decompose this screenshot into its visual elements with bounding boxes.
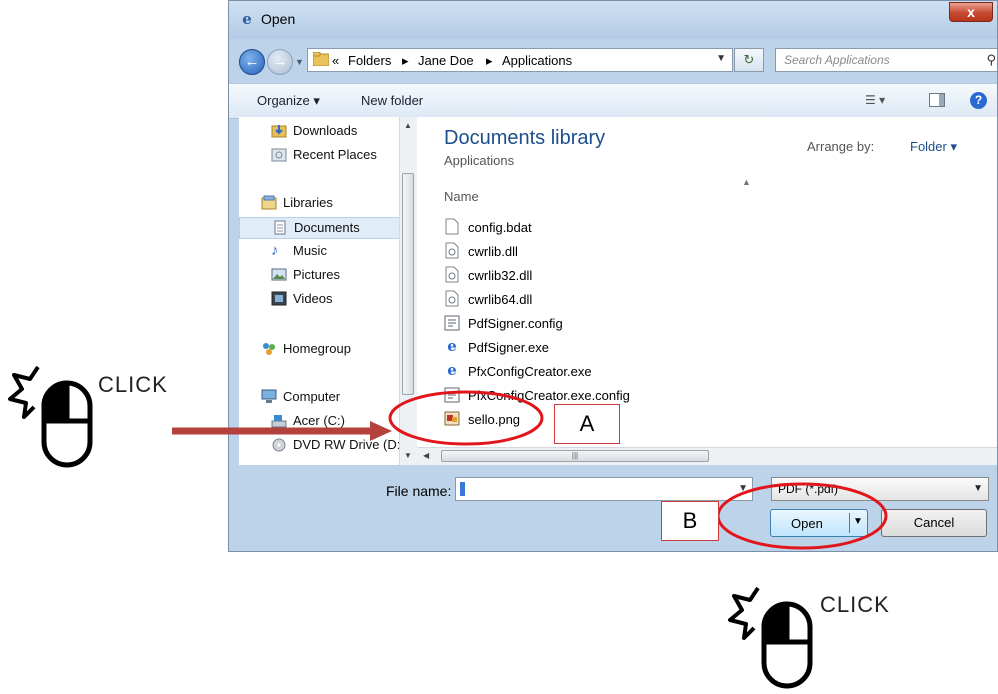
dll-file-icon bbox=[445, 266, 459, 283]
history-dropdown-icon[interactable]: ▼ bbox=[295, 57, 304, 67]
mouse-click-icon bbox=[8, 365, 93, 468]
config-file-icon bbox=[444, 387, 460, 403]
videos-icon bbox=[271, 291, 287, 306]
preview-pane-icon[interactable] bbox=[929, 93, 945, 107]
nav-item-videos[interactable]: Videos bbox=[271, 289, 407, 311]
file-name-label: File name: bbox=[386, 483, 452, 499]
scroll-thumb[interactable] bbox=[402, 173, 414, 395]
nav-item-music[interactable]: ♪ Music bbox=[271, 241, 407, 263]
column-header-name[interactable]: Name bbox=[444, 189, 479, 204]
change-view-icon[interactable]: ☰ ▾ bbox=[865, 93, 885, 107]
crumb-applications[interactable]: Applications bbox=[502, 53, 572, 68]
ie-exe-icon: e bbox=[447, 337, 457, 355]
dll-file-icon bbox=[445, 242, 459, 259]
new-folder-button[interactable]: New folder bbox=[361, 93, 423, 108]
nav-item-dvd-drive[interactable]: DVD RW Drive (D: bbox=[271, 435, 407, 457]
arrow-right-icon: → bbox=[272, 53, 288, 70]
internet-explorer-icon: e bbox=[242, 10, 252, 28]
open-button-label: Open bbox=[791, 516, 823, 531]
nav-item-computer[interactable]: Computer bbox=[261, 387, 407, 409]
downloads-folder-icon bbox=[271, 125, 287, 138]
nav-item-documents[interactable]: Documents bbox=[239, 217, 409, 239]
refresh-icon: ↻ bbox=[743, 52, 755, 67]
nav-item-libraries[interactable]: Libraries bbox=[261, 193, 407, 215]
nav-item-downloads[interactable]: Downloads bbox=[271, 121, 407, 143]
library-title: Documents library bbox=[444, 127, 606, 149]
callout-a: A bbox=[554, 404, 620, 444]
title-bar: e Open x bbox=[229, 1, 997, 39]
command-bar: Organize ▾ New folder ☰ ▾ ? bbox=[229, 83, 997, 119]
search-placeholder: Search Applications bbox=[784, 53, 890, 67]
crumb-separator[interactable]: ▸ bbox=[402, 53, 409, 69]
music-icon: ♪ bbox=[271, 242, 279, 259]
file-type-select[interactable]: PDF (*.pdf) ▼ bbox=[771, 477, 989, 501]
crumb-jane-doe[interactable]: Jane Doe bbox=[418, 53, 474, 68]
homegroup-icon bbox=[263, 343, 275, 355]
sort-ascending-icon: ▲ bbox=[742, 177, 751, 187]
config-file-icon bbox=[444, 315, 460, 331]
cancel-button[interactable]: Cancel bbox=[881, 509, 987, 537]
recent-places-icon bbox=[271, 148, 287, 162]
arrow-left-icon: ← bbox=[244, 53, 260, 70]
callout-b: B bbox=[661, 501, 719, 541]
open-file-dialog: e Open x ← → ▼ « Folders ▸ Jane Doe ▸ Ap… bbox=[228, 0, 998, 552]
file-name-dropdown-icon[interactable]: ▼ bbox=[738, 483, 748, 494]
computer-icon bbox=[261, 389, 277, 403]
pictures-icon bbox=[271, 268, 287, 281]
back-button[interactable]: ← bbox=[239, 49, 265, 75]
close-button[interactable]: x bbox=[949, 2, 993, 22]
click-label: CLICK bbox=[98, 372, 168, 397]
nav-item-recent-places[interactable]: Recent Places bbox=[271, 145, 407, 167]
scroll-up-icon[interactable]: ▲ bbox=[404, 121, 412, 130]
forward-button[interactable]: → bbox=[267, 49, 293, 75]
search-icon[interactable]: ⚲ bbox=[986, 52, 996, 68]
dll-file-icon bbox=[445, 290, 459, 307]
nav-item-acer-c[interactable]: Acer (C:) bbox=[271, 411, 407, 433]
help-icon[interactable]: ? bbox=[970, 92, 987, 109]
nav-pane-scrollbar[interactable]: ▲ ▼ bbox=[399, 117, 417, 465]
crumb-folders[interactable]: Folders bbox=[348, 53, 391, 68]
file-name-input[interactable]: ▼ bbox=[455, 477, 753, 501]
arrange-by-dropdown[interactable]: Folder ▾ bbox=[910, 139, 957, 155]
open-dropdown-icon[interactable]: ▼ bbox=[853, 516, 863, 527]
address-overflow[interactable]: « bbox=[332, 53, 339, 68]
text-caret bbox=[460, 482, 465, 496]
dvd-drive-icon bbox=[272, 438, 286, 452]
blank-file-icon bbox=[445, 218, 459, 235]
nav-item-homegroup[interactable]: Homegroup bbox=[261, 339, 407, 361]
open-button[interactable]: Open ▼ bbox=[770, 509, 868, 537]
folder-icon bbox=[313, 52, 329, 66]
split-divider bbox=[849, 513, 850, 533]
libraries-icon bbox=[261, 195, 277, 210]
scroll-down-icon[interactable]: ▼ bbox=[404, 451, 412, 460]
navigation-pane: Downloads Recent Places Libraries Docume… bbox=[239, 117, 409, 465]
png-file-icon bbox=[444, 411, 460, 426]
nav-item-pictures[interactable]: Pictures bbox=[271, 265, 407, 287]
click-label: CLICK bbox=[820, 592, 890, 617]
scroll-thumb[interactable]: ||| bbox=[441, 450, 709, 462]
search-input[interactable]: Search Applications ⚲ bbox=[775, 48, 997, 72]
file-type-value: PDF (*.pdf) bbox=[778, 482, 839, 496]
documents-icon bbox=[274, 220, 286, 235]
drive-icon bbox=[271, 415, 287, 428]
ie-exe-icon: e bbox=[447, 361, 457, 379]
chevron-down-icon[interactable]: ▼ bbox=[973, 483, 983, 494]
file-list-pane: Documents library Applications Arrange b… bbox=[417, 117, 997, 449]
refresh-button[interactable]: ↻ bbox=[734, 48, 764, 72]
organize-button[interactable]: Organize ▾ bbox=[257, 93, 320, 109]
crumb-separator[interactable]: ▸ bbox=[486, 53, 493, 69]
dialog-title: Open bbox=[261, 11, 296, 27]
arrange-by-label: Arrange by: bbox=[807, 139, 875, 154]
address-bar[interactable]: « Folders ▸ Jane Doe ▸ Applications ▼ bbox=[307, 48, 733, 72]
scroll-left-icon[interactable]: ◀ bbox=[423, 451, 429, 460]
file-list-horizontal-scrollbar[interactable]: ◀ ||| bbox=[417, 447, 997, 465]
library-subtitle: Applications bbox=[444, 153, 515, 168]
mouse-click-icon bbox=[728, 586, 813, 689]
address-dropdown-icon[interactable]: ▼ bbox=[716, 53, 726, 64]
